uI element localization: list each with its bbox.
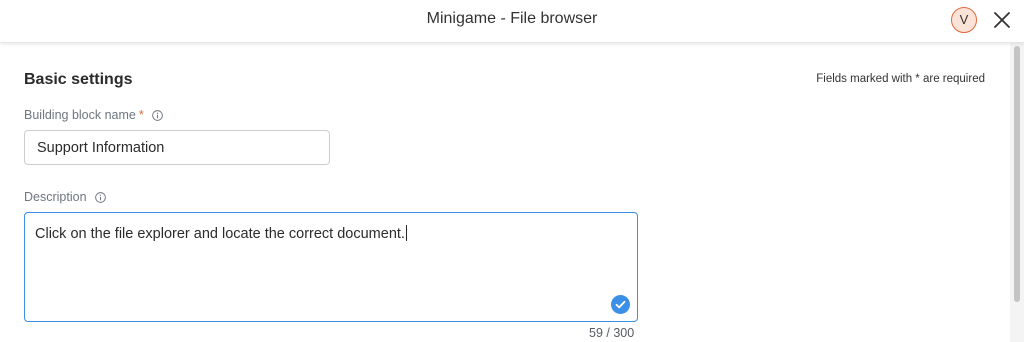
text-caret: [405, 225, 407, 241]
info-icon[interactable]: [94, 191, 106, 203]
user-avatar[interactable]: V: [951, 7, 977, 33]
description-label-text: Description: [24, 190, 87, 204]
checkmark-glyph: [615, 300, 626, 309]
info-icon[interactable]: [151, 109, 163, 121]
dialog-title: Minigame - File browser: [426, 10, 598, 27]
settings-panel: Basic settings Fields marked with * are …: [0, 43, 1010, 342]
section-title: Basic settings: [24, 71, 133, 88]
check-icon: [611, 295, 630, 314]
dialog-header: Minigame - File browser V: [0, 0, 1024, 43]
description-label: Description: [24, 190, 106, 204]
close-button[interactable]: [992, 10, 1012, 30]
required-fields-note: Fields marked with * are required: [816, 73, 985, 85]
building-block-name-input[interactable]: [24, 130, 330, 165]
close-icon: [994, 12, 1010, 28]
scrollbar-thumb[interactable]: [1014, 46, 1020, 302]
character-counter: 59 / 300: [589, 326, 635, 340]
description-textarea[interactable]: Click on the file explorer and locate th…: [24, 212, 638, 322]
building-block-name-label: Building block name *: [24, 108, 163, 122]
building-block-name-label-text: Building block name: [24, 108, 136, 122]
description-text[interactable]: Click on the file explorer and locate th…: [35, 225, 407, 242]
required-asterisk: *: [138, 108, 144, 122]
description-value: Click on the file explorer and locate th…: [35, 226, 405, 242]
